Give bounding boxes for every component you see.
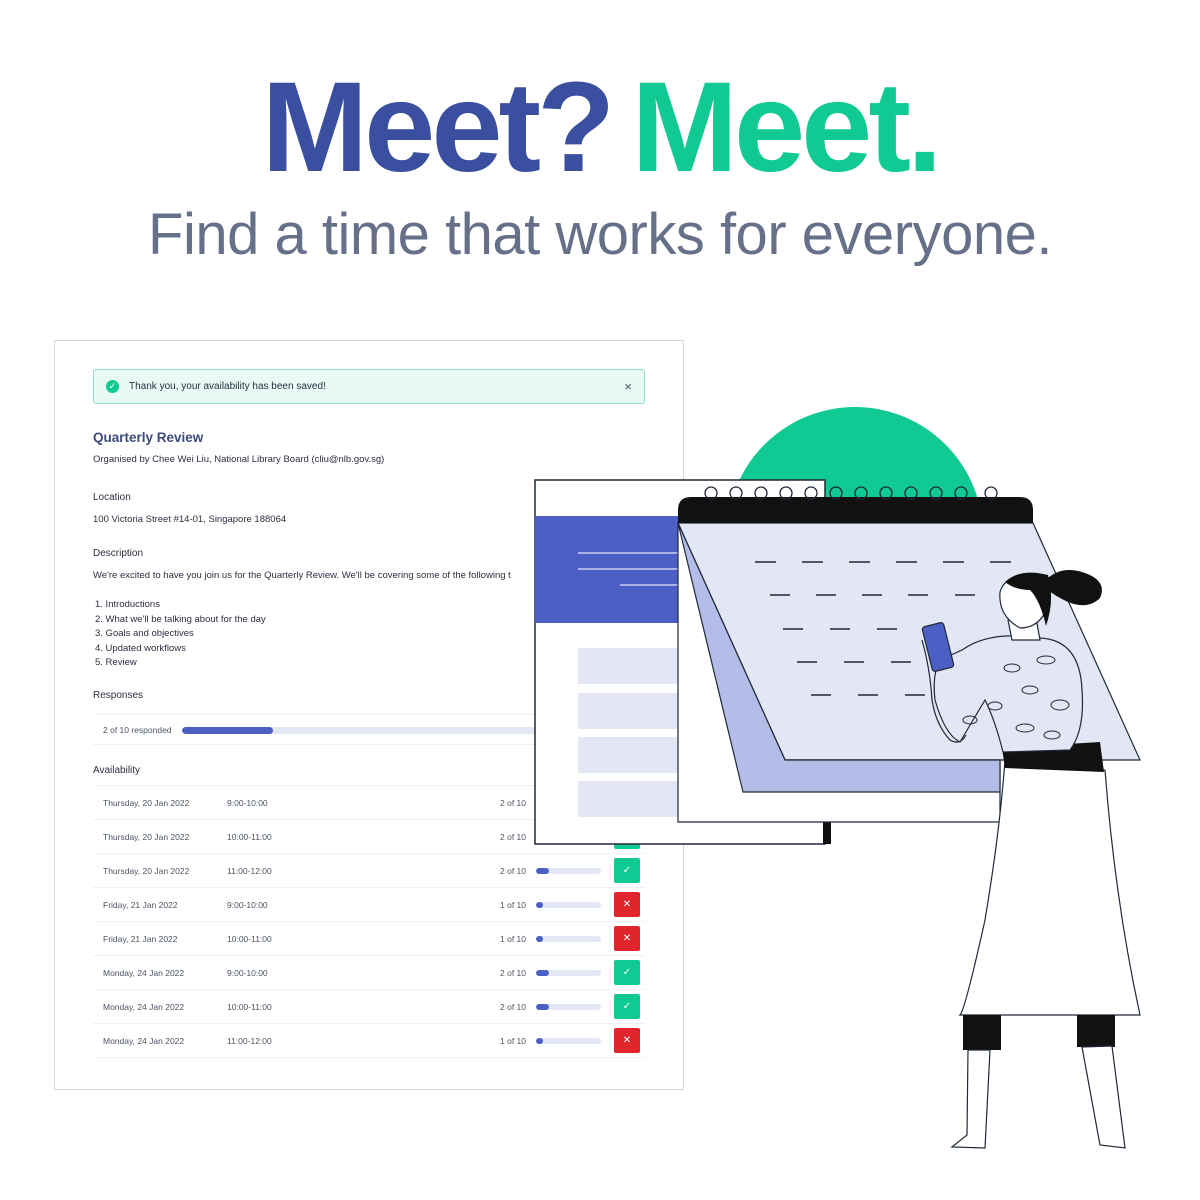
availability-toggle-button[interactable]: ✓ — [614, 994, 640, 1019]
slot-progress-bar — [536, 1038, 601, 1044]
availability-toggle-button[interactable]: ✕ — [614, 892, 640, 917]
slot-time: 11:00-12:00 — [227, 866, 272, 876]
slot-count: 2 of 10 — [500, 968, 526, 978]
slot-progress-bar — [536, 868, 601, 874]
alert-message: Thank you, your availability has been sa… — [129, 381, 326, 392]
availability-row: Thursday, 20 Jan 2022 9:00-10:00 2 of 10 ✓ — [93, 786, 645, 820]
slot-progress-bar — [536, 834, 601, 840]
availability-toggle-button[interactable]: ✕ — [614, 926, 640, 951]
slot-progress-bar — [536, 936, 601, 942]
availability-row: Thursday, 20 Jan 2022 10:00-11:00 2 of 10 ✓ — [93, 820, 645, 854]
hero-word-question: Meet? — [261, 56, 616, 199]
close-icon[interactable]: × — [624, 379, 632, 394]
responses-summary: 2 of 10 responded — [93, 714, 645, 745]
description-label: Description — [93, 548, 144, 559]
slot-progress-fill — [536, 936, 543, 942]
slot-count: 2 of 10 — [500, 1002, 526, 1012]
event-organiser: Organised by Chee Wei Liu, National Libr… — [93, 454, 385, 465]
slot-progress-fill — [536, 1038, 543, 1044]
availability-toggle-button[interactable]: ✓ — [614, 960, 640, 985]
slot-count: 2 of 10 — [500, 798, 526, 808]
tagline: Find a time that works for everyone. — [148, 202, 1052, 267]
agenda-item: 1. Introductions — [95, 599, 160, 610]
slot-time: 9:00-10:00 — [227, 798, 268, 808]
agenda-item: 3. Goals and objectives — [95, 628, 194, 639]
agenda-item: 2. What we'll be talking about for the d… — [95, 613, 266, 625]
woman-figure — [921, 570, 1141, 1149]
slot-progress-fill — [536, 970, 549, 976]
slot-progress-fill — [536, 1004, 549, 1010]
slot-progress-fill — [536, 902, 543, 908]
slot-progress-fill — [536, 834, 549, 840]
availability-row: Friday, 21 Jan 2022 9:00-10:00 1 of 10 ✕ — [93, 888, 645, 922]
availability-toggle-button[interactable]: ✓ — [614, 824, 640, 849]
slot-count: 2 of 10 — [500, 866, 526, 876]
description-text: We're excited to have you join us for th… — [93, 570, 511, 581]
slot-time: 10:00-11:00 — [227, 832, 272, 842]
slot-progress-bar — [536, 970, 601, 976]
hero-title: Meet? Meet. — [0, 58, 1200, 198]
event-title: Quarterly Review — [93, 430, 204, 445]
slot-time: 10:00-11:00 — [227, 934, 272, 944]
slot-progress-bar — [536, 800, 601, 806]
agenda-item: 5. Review — [95, 657, 137, 668]
agenda-list: 1. Introductions 2. What we'll be talkin… — [95, 598, 266, 671]
slot-date: Friday, 21 Jan 2022 — [103, 934, 178, 944]
location-value: 100 Victoria Street #14-01, Singapore 18… — [93, 514, 287, 525]
event-card: ✓ Thank you, your availability has been … — [54, 340, 684, 1090]
slot-date: Friday, 21 Jan 2022 — [103, 900, 178, 910]
slot-date: Monday, 24 Jan 2022 — [103, 1002, 185, 1012]
availability-toggle-button[interactable]: ✓ — [614, 858, 640, 883]
hero-word-answer: Meet. — [631, 56, 942, 199]
green-circle-decoration — [727, 407, 983, 663]
slot-date: Thursday, 20 Jan 2022 — [103, 866, 190, 876]
responses-progress-bar — [182, 727, 637, 734]
availability-row: Monday, 24 Jan 2022 11:00-12:00 1 of 10 ✕ — [93, 1024, 645, 1058]
availability-toggle-button[interactable]: ✓ — [614, 790, 640, 815]
check-circle-icon: ✓ — [106, 380, 119, 393]
calendar-icon — [677, 486, 1141, 823]
availability-label: Availability — [93, 765, 141, 776]
availability-row: Monday, 24 Jan 2022 10:00-11:00 2 of 10 ✓ — [93, 990, 645, 1024]
availability-row: Thursday, 20 Jan 2022 11:00-12:00 2 of 10 ✓ — [93, 854, 645, 888]
responses-count: 2 of 10 responded — [103, 725, 172, 735]
slot-date: Thursday, 20 Jan 2022 — [103, 798, 190, 808]
slot-count: 1 of 10 — [500, 900, 526, 910]
slot-date: Thursday, 20 Jan 2022 — [103, 832, 190, 842]
slot-count: 1 of 10 — [500, 934, 526, 944]
responses-label: Responses — [93, 690, 144, 701]
slot-date: Monday, 24 Jan 2022 — [103, 968, 185, 978]
availability-toggle-button[interactable]: ✕ — [614, 1028, 640, 1053]
availability-table: Thursday, 20 Jan 2022 9:00-10:00 2 of 10 ✓ … — [93, 785, 645, 1058]
slot-progress-bar — [536, 1004, 601, 1010]
agenda-item: 4. Updated workflows — [95, 642, 186, 654]
slot-count: 2 of 10 — [500, 832, 526, 842]
slot-progress-bar — [536, 902, 601, 908]
slot-time: 9:00-10:00 — [227, 900, 268, 910]
slot-date: Monday, 24 Jan 2022 — [103, 1036, 185, 1046]
location-label: Location — [93, 492, 131, 503]
slot-progress-fill — [536, 868, 549, 874]
slot-count: 1 of 10 — [500, 1036, 526, 1046]
success-alert: ✓ Thank you, your availability has been … — [93, 369, 645, 404]
availability-row: Friday, 21 Jan 2022 10:00-11:00 1 of 10 ✕ — [93, 922, 645, 956]
slot-time: 10:00-11:00 — [227, 1002, 272, 1012]
slot-time: 9:00-10:00 — [227, 968, 268, 978]
availability-row: Monday, 24 Jan 2022 9:00-10:00 2 of 10 ✓ — [93, 956, 645, 990]
slot-progress-fill — [536, 800, 549, 806]
responses-progress-fill — [182, 727, 273, 734]
phone-icon — [921, 622, 955, 672]
slot-time: 11:00-12:00 — [227, 1036, 272, 1046]
